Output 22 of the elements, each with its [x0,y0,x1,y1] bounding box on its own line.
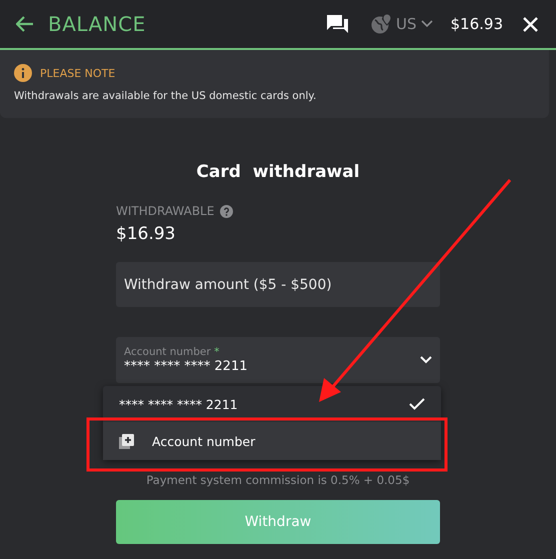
note-heading: PLEASE NOTE [40,66,116,80]
amount-field[interactable]: Withdraw amount ($5 - $500) [116,262,440,307]
form-title: Card withdrawal [195,162,361,182]
check-icon [409,398,425,410]
withdrawable-amount: $16.93 [116,224,176,244]
menu-option[interactable]: Account number [103,422,441,460]
add-icon [119,434,134,448]
globe-icon [370,14,392,34]
menu-option[interactable]: **** **** **** 2211 [103,386,441,422]
chat-icon[interactable] [326,14,349,34]
help-icon[interactable] [220,204,234,218]
balance-amount: $16.93 [450,15,503,33]
withdrawable-label: WITHDRAWABLE [116,204,214,218]
chevron-down-icon [420,20,432,28]
region-selector[interactable]: US [370,14,432,34]
info-icon [14,64,32,82]
page-title: BALANCE [48,12,147,36]
close-icon[interactable] [523,16,538,32]
note-text: Withdrawals are available for the US domestic cards only. [14,90,318,102]
account-select[interactable]: Account number * **** **** **** 2211 [116,337,440,383]
back-button[interactable] [16,16,34,32]
commission-text: Payment system commission is 0.5% + 0.05$ [145,473,411,487]
